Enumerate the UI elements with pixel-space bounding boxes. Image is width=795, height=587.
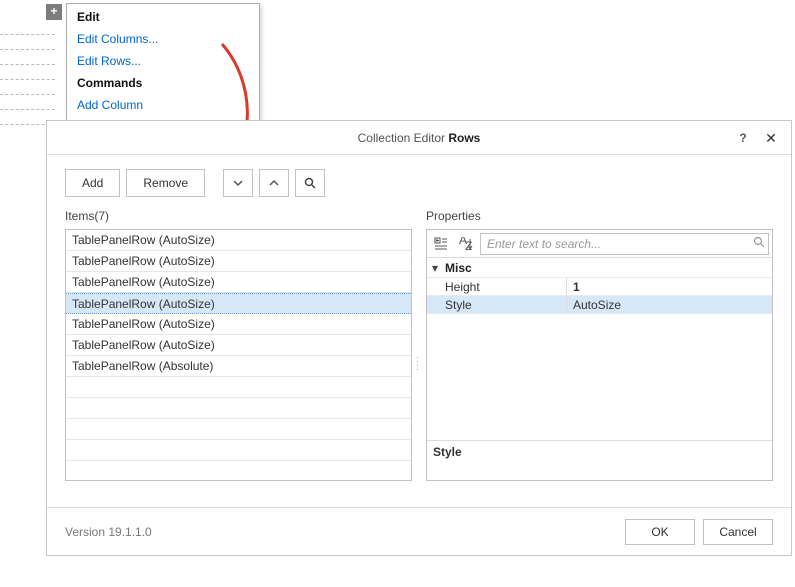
dialog-titlebar: Collection Editor Rows ? ✕: [47, 121, 791, 155]
close-button[interactable]: ✕: [761, 128, 781, 148]
property-category-row[interactable]: ▾ Misc: [427, 258, 772, 278]
properties-search-input[interactable]: [480, 233, 769, 255]
list-item[interactable]: TablePanelRow (AutoSize): [66, 251, 411, 272]
move-down-button[interactable]: [223, 169, 253, 197]
list-item[interactable]: [66, 461, 411, 481]
items-header: Items(7): [65, 207, 412, 229]
properties-grid[interactable]: ▾ Misc Height 1 Style AutoSize: [427, 258, 772, 440]
collapse-toggle-icon[interactable]: ▾: [427, 261, 443, 275]
add-glyph-icon[interactable]: +: [46, 4, 62, 20]
properties-toolbar: AZ: [427, 230, 772, 258]
list-item[interactable]: TablePanelRow (AutoSize): [66, 272, 411, 293]
designer-background-rows: [0, 20, 55, 125]
svg-text:Z: Z: [465, 239, 472, 251]
list-item[interactable]: [66, 377, 411, 398]
menu-edit-columns[interactable]: Edit Columns...: [67, 28, 259, 50]
categorized-icon: [434, 237, 448, 251]
dialog-title-prefix: Collection Editor: [358, 131, 449, 145]
list-item[interactable]: [66, 398, 411, 419]
cancel-button[interactable]: Cancel: [703, 519, 773, 545]
remove-button[interactable]: Remove: [126, 169, 205, 197]
list-item[interactable]: [66, 440, 411, 461]
menu-edit-rows[interactable]: Edit Rows...: [67, 50, 259, 72]
dialog-toolbar: Add Remove: [47, 155, 791, 207]
categorized-view-button[interactable]: [430, 233, 452, 255]
property-value: 1: [573, 280, 580, 294]
dialog-footer: Version 19.1.1.0 OK Cancel: [47, 507, 791, 555]
search-toggle-button[interactable]: [295, 169, 325, 197]
list-item[interactable]: TablePanelRow (AutoSize): [66, 314, 411, 335]
dialog-title: Collection Editor Rows: [358, 131, 481, 145]
property-row-style[interactable]: Style AutoSize: [427, 296, 772, 314]
property-description-title: Style: [427, 440, 772, 480]
sort-az-icon: AZ: [459, 237, 473, 251]
list-item[interactable]: [66, 419, 411, 440]
chevron-down-icon: [233, 178, 243, 188]
alphabetical-view-button[interactable]: AZ: [455, 233, 477, 255]
property-row-height[interactable]: Height 1: [427, 278, 772, 296]
move-up-button[interactable]: [259, 169, 289, 197]
search-icon: [304, 177, 316, 189]
menu-add-column[interactable]: Add Column: [67, 94, 259, 116]
category-name: Misc: [443, 261, 472, 275]
list-item[interactable]: TablePanelRow (AutoSize): [66, 335, 411, 356]
property-value: AutoSize: [567, 296, 772, 313]
ok-button[interactable]: OK: [625, 519, 695, 545]
list-item[interactable]: TablePanelRow (AutoSize): [66, 293, 411, 314]
property-name: Height: [427, 278, 567, 295]
chevron-up-icon: [269, 178, 279, 188]
context-menu-group-commands: Commands: [67, 72, 259, 94]
add-button[interactable]: Add: [65, 169, 120, 197]
property-name: Style: [427, 296, 567, 313]
properties-header: Properties: [426, 207, 773, 229]
collection-editor-dialog: Collection Editor Rows ? ✕ Add Remove It…: [46, 120, 792, 556]
scroll-indicator-icon: ····: [416, 355, 421, 371]
dialog-title-bold: Rows: [448, 131, 480, 145]
properties-panel: AZ ▾ Misc: [426, 229, 773, 481]
list-item[interactable]: TablePanelRow (AutoSize): [66, 230, 411, 251]
help-button[interactable]: ?: [733, 128, 753, 148]
items-list[interactable]: TablePanelRow (AutoSize)TablePanelRow (A…: [65, 229, 412, 481]
list-item[interactable]: TablePanelRow (Absolute): [66, 356, 411, 377]
search-icon: [753, 236, 765, 248]
context-menu-group-edit: Edit: [67, 6, 259, 28]
version-label: Version 19.1.1.0: [65, 525, 617, 539]
